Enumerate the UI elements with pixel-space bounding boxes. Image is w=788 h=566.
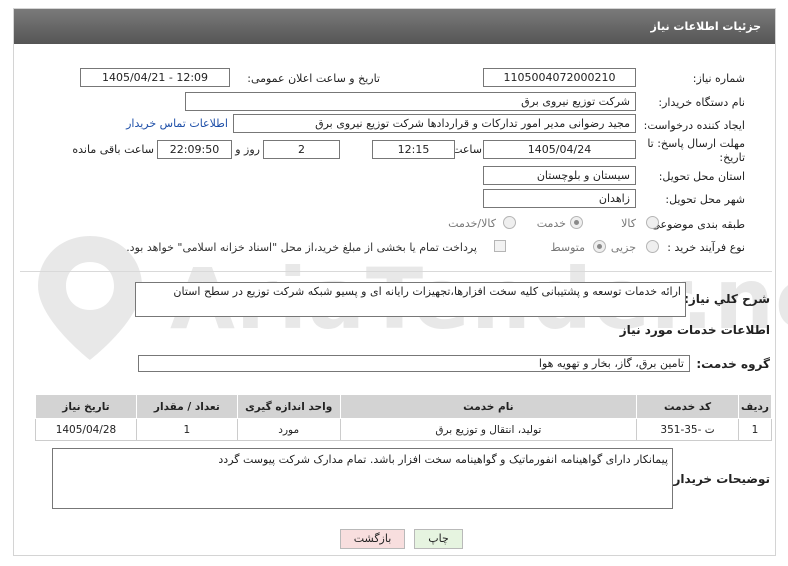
- service-group-field[interactable]: تامین برق، گاز، بخار و تهویه هوا: [138, 355, 690, 372]
- process-option-medium: متوسط: [550, 241, 585, 254]
- deadline-time-label: ساعت: [452, 143, 482, 156]
- city-field[interactable]: زاهدان: [483, 189, 636, 208]
- time-remaining-field[interactable]: 22:09:50: [157, 140, 232, 159]
- treasury-payment-checkbox[interactable]: [494, 240, 506, 252]
- print-button[interactable]: چاپ: [414, 529, 463, 549]
- panel-title: جزئیات اطلاعات نیاز: [650, 20, 762, 33]
- cell-row-number: 1: [737, 418, 773, 441]
- creator-field[interactable]: مجید رضوانی مدیر امور تدارکات و قرارداده…: [233, 114, 636, 133]
- deadline-label: مهلت ارسال پاسخ: تا تاریخ:: [647, 137, 745, 164]
- treasury-payment-note: پرداخت تمام یا بخشی از مبلغ خرید،از محل …: [126, 241, 477, 254]
- services-table-header: تاریخ نیاز تعداد / مقدار واحد اندازه گیر…: [35, 394, 773, 419]
- section-divider: [20, 271, 772, 272]
- col-quantity: تعداد / مقدار: [135, 394, 238, 419]
- creator-label: ایجاد کننده درخواست:: [643, 119, 745, 132]
- summary-textarea[interactable]: ارائه خدمات توسعه و پشتیبانی کلیه سخت اف…: [135, 282, 686, 317]
- process-option-minor: جزیی: [610, 241, 636, 254]
- cell-quantity: 1: [135, 418, 238, 441]
- buyer-notes-textarea[interactable]: پیمانکار دارای گواهینامه انفورماتیک و گو…: [52, 448, 673, 509]
- summary-label: شرح كلي نياز:: [684, 292, 770, 306]
- category-radio-service[interactable]: [570, 216, 583, 229]
- table-row: 1405/04/28 1 مورد تولید، انتقال و توزیع …: [35, 418, 773, 441]
- category-radio-goods-service[interactable]: [503, 216, 516, 229]
- buyer-notes-label: توضیحات خریدار:: [668, 472, 770, 486]
- col-need-date: تاریخ نیاز: [35, 394, 137, 419]
- process-radio-minor[interactable]: [646, 240, 659, 253]
- announce-date-label: تاریخ و ساعت اعلان عمومی:: [247, 72, 380, 85]
- province-label: استان محل تحویل:: [658, 170, 745, 183]
- days-label: روز و: [235, 143, 260, 156]
- cell-service-code: ت -35-351: [636, 418, 739, 441]
- col-service-name: نام خدمت: [339, 394, 638, 419]
- buyer-label: نام دستگاه خریدار:: [658, 96, 745, 109]
- process-radio-medium[interactable]: [593, 240, 606, 253]
- deadline-date-field[interactable]: 1405/04/24: [483, 140, 636, 159]
- category-label: طبقه بندی موضوعی:: [647, 218, 745, 231]
- days-remaining-field[interactable]: 2: [263, 140, 340, 159]
- service-group-label: گروه خدمت:: [696, 357, 770, 371]
- buyer-field[interactable]: شرکت توزیع نیروی برق: [185, 92, 636, 111]
- cell-need-date: 1405/04/28: [35, 418, 137, 441]
- col-unit: واحد اندازه گیری: [236, 394, 341, 419]
- process-type-label: نوع فرآیند خرید :: [667, 241, 745, 254]
- province-field[interactable]: سیستان و بلوچستان: [483, 166, 636, 185]
- buyer-contact-link[interactable]: اطلاعات تماس خریدار: [126, 117, 228, 130]
- services-section-title: اطلاعات خدمات مورد نياز: [619, 323, 770, 337]
- time-remaining-label: ساعت باقی مانده: [72, 143, 154, 156]
- need-number-label: شماره نیاز:: [692, 72, 745, 85]
- cell-unit: مورد: [236, 418, 341, 441]
- city-label: شهر محل تحویل:: [665, 193, 745, 206]
- deadline-time-field[interactable]: 12:15: [372, 140, 455, 159]
- col-service-code: کد خدمت: [636, 394, 739, 419]
- category-option-goods-service: کالا/خدمت: [448, 217, 496, 230]
- category-option-service: خدمت: [536, 217, 566, 230]
- category-option-goods: کالا: [621, 217, 636, 230]
- services-table: تاریخ نیاز تعداد / مقدار واحد اندازه گیر…: [35, 394, 773, 441]
- need-number-field[interactable]: 1105004072000210: [483, 68, 636, 87]
- back-button[interactable]: بازگشت: [340, 529, 405, 549]
- category-radio-goods[interactable]: [646, 216, 659, 229]
- col-row-number: ردیف: [737, 394, 773, 419]
- announce-date-field[interactable]: 1405/04/21 - 12:09: [80, 68, 230, 87]
- cell-service-name: تولید، انتقال و توزیع برق: [339, 418, 638, 441]
- panel-header: جزئیات اطلاعات نیاز: [14, 9, 775, 44]
